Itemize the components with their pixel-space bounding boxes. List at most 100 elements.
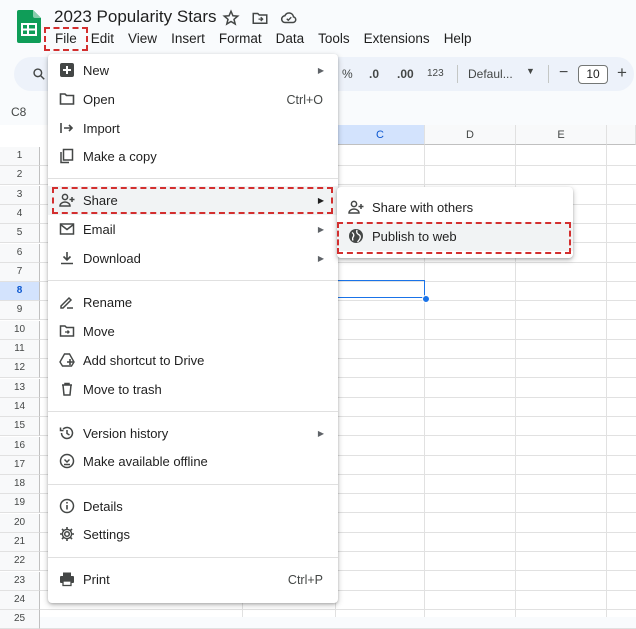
- column-header-d[interactable]: D: [425, 125, 516, 145]
- copy-icon: [60, 148, 74, 164]
- trash-icon: [62, 382, 72, 396]
- menu-format[interactable]: Format: [212, 31, 269, 47]
- menu-item-download[interactable]: Download ▶: [48, 244, 338, 273]
- font-family-select[interactable]: Defaul...: [468, 67, 513, 81]
- menu-tools[interactable]: Tools: [311, 31, 357, 47]
- menu-item-move[interactable]: Move: [48, 317, 338, 346]
- submenu-arrow-icon: ▶: [317, 196, 324, 205]
- selected-cell[interactable]: [336, 280, 425, 298]
- row-header[interactable]: 8: [0, 282, 40, 302]
- row-header[interactable]: 19: [0, 494, 40, 514]
- submenu-arrow-icon: ▶: [317, 429, 324, 438]
- menu-item-label: Email: [83, 222, 116, 237]
- import-icon: [60, 123, 74, 133]
- menu-item-label: Open: [83, 92, 115, 107]
- row-header[interactable]: 5: [0, 224, 40, 244]
- row-header[interactable]: 13: [0, 378, 40, 398]
- row-header[interactable]: 10: [0, 320, 40, 340]
- decrease-decimal-button[interactable]: .0: [369, 67, 379, 81]
- increase-font-size-button[interactable]: +: [617, 63, 627, 83]
- row-header[interactable]: 14: [0, 397, 40, 417]
- menu-divider: [48, 178, 338, 179]
- row-header[interactable]: 1: [0, 147, 40, 166]
- row-header[interactable]: 11: [0, 340, 40, 359]
- font-size-input[interactable]: 10: [578, 65, 608, 84]
- number-format-button[interactable]: 123: [427, 68, 444, 79]
- menu-item-label: Print: [83, 572, 110, 587]
- submenu-arrow-icon: ▶: [317, 225, 324, 234]
- download-icon: [61, 252, 73, 265]
- row-header[interactable]: 21: [0, 533, 40, 552]
- menu-item-settings[interactable]: Settings: [48, 520, 338, 549]
- row-header[interactable]: 7: [0, 262, 40, 282]
- percent-format-button[interactable]: %: [342, 67, 353, 81]
- decrease-font-size-button[interactable]: −: [559, 64, 568, 82]
- row-header[interactable]: 6: [0, 243, 40, 263]
- sheets-logo-icon[interactable]: [17, 10, 41, 43]
- menu-item-make-copy[interactable]: Make a copy: [48, 142, 338, 171]
- chevron-down-icon[interactable]: ▼: [526, 66, 535, 76]
- menu-item-move-trash[interactable]: Move to trash: [48, 375, 338, 404]
- row-header[interactable]: 25: [0, 610, 40, 629]
- row-header[interactable]: 23: [0, 571, 40, 591]
- menu-extensions[interactable]: Extensions: [357, 31, 437, 47]
- person-add-icon: [348, 200, 364, 214]
- row-header[interactable]: 24: [0, 590, 40, 610]
- toolbar-divider: [548, 65, 549, 83]
- menu-item-offline[interactable]: Make available offline: [48, 447, 338, 476]
- row-header[interactable]: 22: [0, 552, 40, 572]
- menu-item-details[interactable]: Details: [48, 492, 338, 521]
- name-box[interactable]: C8: [11, 105, 26, 119]
- menu-item-version-history[interactable]: Version history ▶: [48, 419, 338, 448]
- menu-item-share[interactable]: Share ▶: [48, 186, 338, 215]
- menu-file[interactable]: File: [44, 27, 88, 51]
- search-menus-icon[interactable]: [32, 67, 46, 81]
- column-header[interactable]: [607, 125, 636, 145]
- history-icon: [59, 426, 74, 440]
- document-title[interactable]: 2023 Popularity Stars: [54, 7, 217, 27]
- menu-help[interactable]: Help: [437, 31, 479, 47]
- menu-item-share-others[interactable]: Share with others: [337, 193, 573, 222]
- menu-data[interactable]: Data: [269, 31, 312, 47]
- menu-item-open[interactable]: Open Ctrl+O: [48, 85, 338, 114]
- row-header[interactable]: 16: [0, 436, 40, 456]
- menu-item-print[interactable]: Print Ctrl+P: [48, 565, 338, 594]
- column-header-c[interactable]: C: [336, 125, 425, 145]
- grid-line: [606, 145, 607, 617]
- menu-view[interactable]: View: [121, 31, 164, 47]
- share-submenu: Share with others Publish to web: [337, 187, 573, 258]
- gear-icon: [60, 527, 74, 541]
- row-header[interactable]: 20: [0, 513, 40, 533]
- menubar: File Edit View Insert Format Data Tools …: [44, 27, 479, 51]
- folder-icon: [59, 93, 75, 105]
- increase-decimal-button[interactable]: .00: [397, 67, 414, 81]
- person-add-icon: [59, 193, 75, 207]
- menu-item-label: Share: [83, 193, 118, 208]
- menu-insert[interactable]: Insert: [164, 31, 212, 47]
- column-header-e[interactable]: E: [516, 125, 607, 145]
- menu-item-label: Move to trash: [83, 382, 162, 397]
- menu-divider: [48, 280, 338, 281]
- menu-edit[interactable]: Edit: [84, 31, 121, 47]
- row-header[interactable]: 4: [0, 204, 40, 224]
- menu-item-add-shortcut[interactable]: Add shortcut to Drive: [48, 346, 338, 375]
- menu-item-publish-web[interactable]: Publish to web: [337, 222, 573, 251]
- menu-item-label: Import: [83, 121, 120, 136]
- row-header[interactable]: 3: [0, 185, 40, 205]
- menu-item-email[interactable]: Email ▶: [48, 215, 338, 244]
- menu-item-rename[interactable]: Rename: [48, 288, 338, 317]
- menu-item-new[interactable]: New ▶: [48, 56, 338, 85]
- menu-item-label: Add shortcut to Drive: [83, 353, 205, 368]
- cloud-status-icon[interactable]: [280, 9, 298, 27]
- row-header[interactable]: 12: [0, 359, 40, 379]
- row-header[interactable]: 18: [0, 475, 40, 495]
- submenu-arrow-icon: ▶: [317, 254, 324, 263]
- move-folder-icon[interactable]: [251, 9, 269, 27]
- row-header[interactable]: 9: [0, 301, 40, 321]
- row-header[interactable]: 15: [0, 417, 40, 437]
- menu-item-import[interactable]: Import: [48, 114, 338, 143]
- star-icon[interactable]: [222, 9, 240, 27]
- fill-handle[interactable]: [422, 295, 430, 303]
- row-header[interactable]: 17: [0, 455, 40, 475]
- row-header[interactable]: 2: [0, 166, 40, 186]
